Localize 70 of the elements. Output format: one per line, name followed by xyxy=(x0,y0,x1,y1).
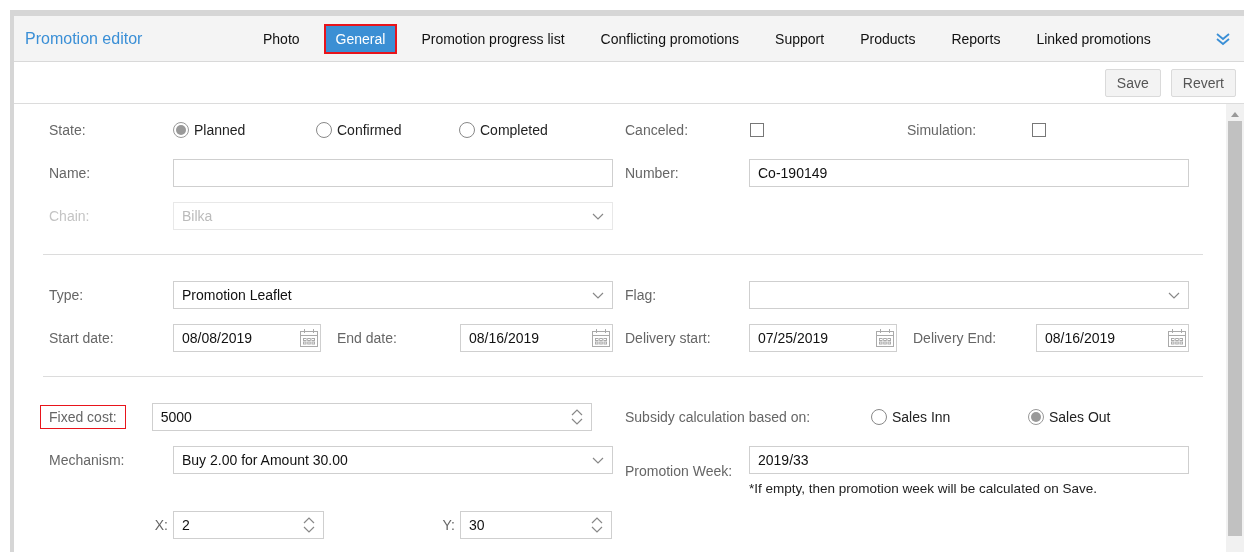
field-label: Subsidy calculation based on: xyxy=(625,409,812,425)
input-field[interactable] xyxy=(173,159,613,187)
dropdown-field[interactable]: Buy 2.00 for Amount 30.00 xyxy=(173,446,613,474)
calendar-icon xyxy=(875,328,895,348)
field-label: Promotion Week: xyxy=(625,463,734,479)
field-label: Chain: xyxy=(49,208,91,224)
spinner-arrows-icon xyxy=(303,516,315,534)
tab[interactable]: Support xyxy=(763,23,837,54)
field-label: Flag: xyxy=(625,287,658,303)
checkbox[interactable] xyxy=(1032,123,1046,137)
field-label: End date: xyxy=(337,330,398,346)
radio-button[interactable] xyxy=(316,122,332,138)
field-label: Type: xyxy=(49,287,85,303)
chevron-down-icon xyxy=(1168,291,1180,299)
radio-option[interactable]: Sales Inn xyxy=(871,409,1028,425)
field-label: Simulation: xyxy=(907,122,978,138)
hint-text: *If empty, then promotion week will be calculated on Save. xyxy=(749,481,1098,496)
radio-button[interactable] xyxy=(173,122,189,138)
date-field[interactable]: 07/25/2019 xyxy=(749,324,897,352)
field-label: X: xyxy=(153,517,169,533)
spinner-arrows-icon xyxy=(570,408,583,426)
toolbar-button[interactable]: Revert xyxy=(1170,68,1236,97)
field-label: Name: xyxy=(49,165,92,181)
date-field[interactable]: 08/08/2019 xyxy=(173,324,321,352)
chevron-down-icon xyxy=(592,212,604,220)
radio-option[interactable]: Confirmed xyxy=(316,122,459,138)
calendar-icon xyxy=(1167,328,1187,348)
field-label: Fixed cost: xyxy=(40,405,126,429)
field-label: Canceled: xyxy=(625,122,690,138)
field-label: Number: xyxy=(625,165,680,181)
checkbox[interactable] xyxy=(750,123,764,137)
radio-option[interactable]: Planned xyxy=(173,122,316,138)
dropdown-field[interactable] xyxy=(749,281,1189,309)
field-label: Start date: xyxy=(49,330,115,346)
radio-button[interactable] xyxy=(1028,409,1044,425)
scroll-up-icon xyxy=(1231,112,1239,117)
chevron-down-icon xyxy=(592,291,604,299)
date-field[interactable]: 08/16/2019 xyxy=(1036,324,1189,352)
tab[interactable]: Promotion progress list xyxy=(409,23,577,54)
toolbar-button[interactable]: Save xyxy=(1104,68,1161,97)
radio-button[interactable] xyxy=(459,122,475,138)
input-field[interactable]: Co-190149 xyxy=(749,159,1189,187)
calendar-icon xyxy=(591,328,611,348)
dropdown-field: Bilka xyxy=(173,202,613,230)
tab[interactable]: Products xyxy=(848,23,928,54)
input-field[interactable]: 2019/33 xyxy=(749,446,1189,474)
calendar-icon xyxy=(299,328,319,348)
double-chevron-down-icon xyxy=(1216,31,1230,46)
radio-option[interactable]: Completed xyxy=(459,122,602,138)
field-label: Y: xyxy=(441,517,456,533)
number-field[interactable]: 30 xyxy=(460,511,612,539)
field-label: Mechanism: xyxy=(49,452,126,468)
window-title: Promotion editor xyxy=(25,29,144,48)
tab[interactable]: Photo xyxy=(251,23,312,54)
number-field[interactable]: 2 xyxy=(173,511,324,539)
spinner-arrows-icon xyxy=(591,516,603,534)
radio-option[interactable]: Sales Out xyxy=(1028,409,1185,425)
radio-button[interactable] xyxy=(871,409,887,425)
number-field[interactable]: 5000 xyxy=(151,403,592,431)
field-label: Delivery End: xyxy=(913,330,998,346)
tab[interactable]: Conflicting promotions xyxy=(588,23,752,54)
scrollbar[interactable] xyxy=(1226,104,1244,552)
field-label: State: xyxy=(49,122,87,138)
dropdown-field[interactable]: Promotion Leaflet xyxy=(173,281,613,309)
scrollbar-thumb[interactable] xyxy=(1228,121,1242,536)
date-field[interactable]: 08/16/2019 xyxy=(460,324,613,352)
field-label: Delivery start: xyxy=(625,330,712,346)
chevron-down-icon xyxy=(592,456,604,464)
tab[interactable]: Linked promotions xyxy=(1024,23,1163,54)
tab[interactable]: Reports xyxy=(939,23,1013,54)
